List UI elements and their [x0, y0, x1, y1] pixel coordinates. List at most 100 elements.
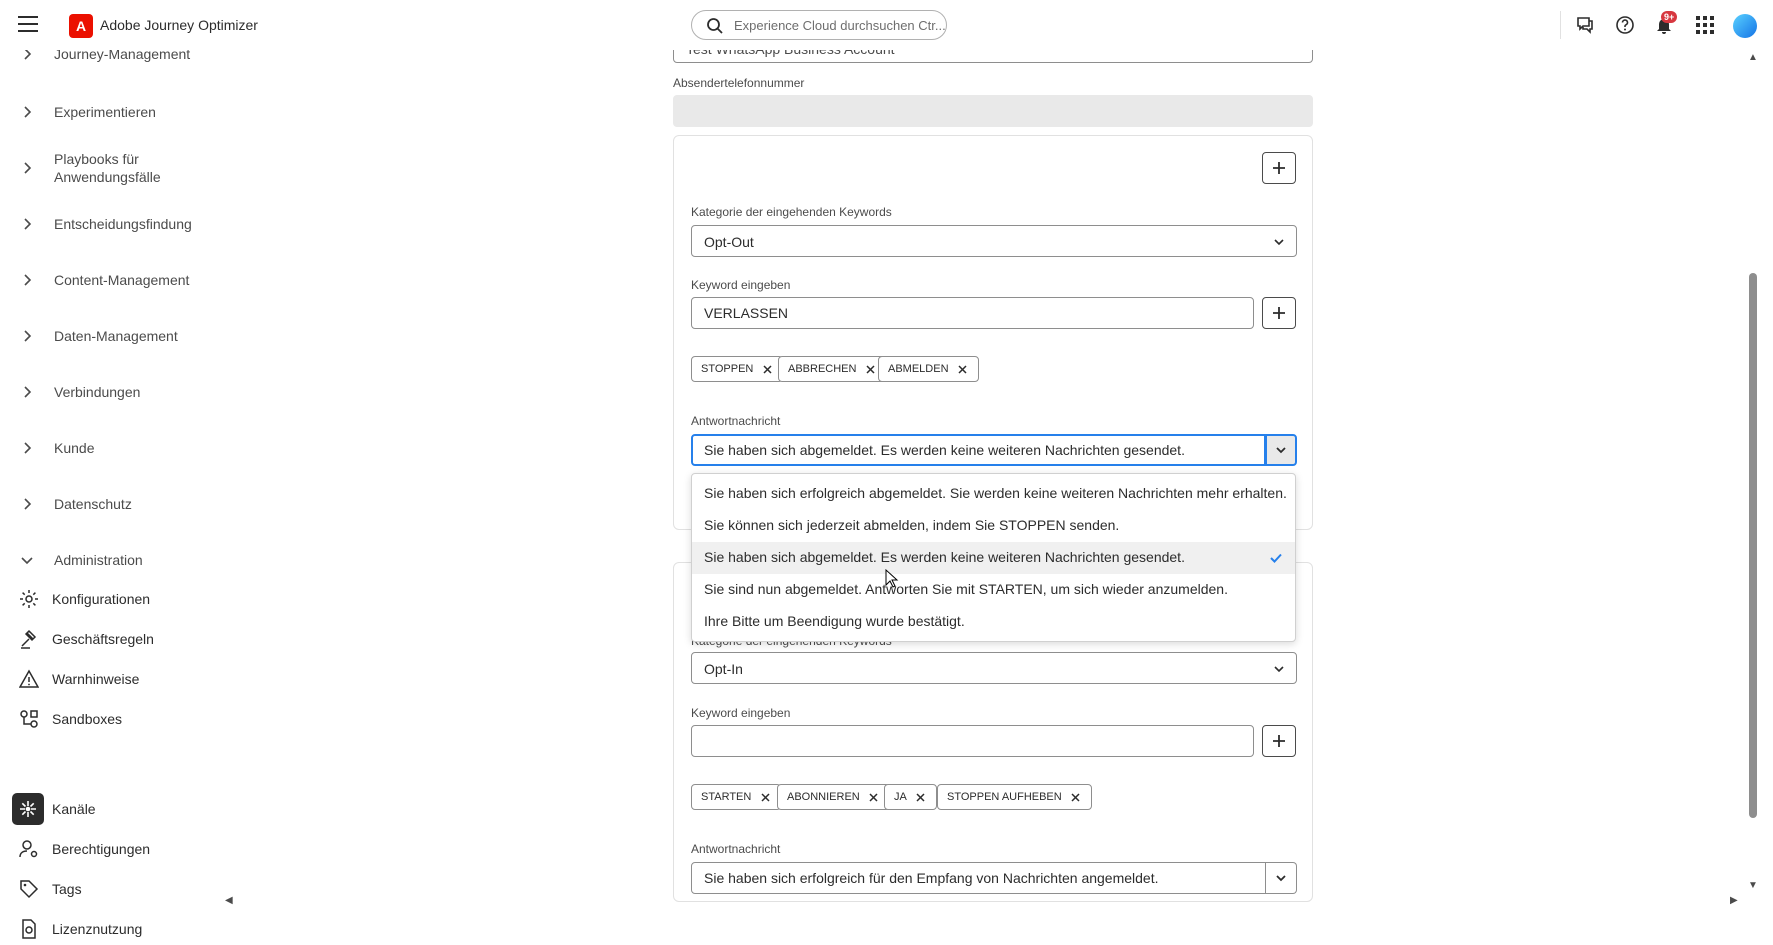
sidebar-item-label: Entscheidungsfindung: [54, 216, 192, 232]
sidebar-item-lizenznutzung[interactable]: Lizenznutzung: [12, 913, 252, 945]
optout-keyword-input[interactable]: VERLASSEN: [691, 297, 1254, 329]
chevron-right-icon: [24, 274, 32, 286]
sidebar-item-label: Kanäle: [52, 801, 96, 817]
optout-category-value: Opt-Out: [704, 234, 754, 250]
reply-option-label: Ihre Bitte um Beendigung wurde bestätigt…: [704, 613, 965, 629]
scroll-up-icon[interactable]: ▲: [1748, 52, 1758, 63]
optin-reply-dropdown-button[interactable]: [1266, 862, 1297, 894]
chevron-right-icon: [24, 162, 32, 174]
search-input[interactable]: Experience Cloud durchsuchen Ctr...: [691, 10, 947, 40]
chevron-right-icon: [24, 330, 32, 342]
sidebar-item-label: Tags: [52, 881, 82, 897]
sidebar-item-warnhinweise[interactable]: Warnhinweise: [12, 663, 252, 695]
optin-keyword-label: Keyword eingeben: [691, 706, 791, 720]
sidebar-item-label: Warnhinweise: [52, 671, 140, 687]
optout-reply-dropdown-button[interactable]: [1266, 434, 1297, 466]
remove-tag-icon[interactable]: [868, 791, 880, 803]
gavel-icon: [18, 628, 40, 650]
keyword-tag: STOPPEN: [691, 356, 784, 382]
chevron-down-icon: [21, 557, 33, 565]
help-icon[interactable]: [1613, 13, 1637, 37]
sandbox-icon: [18, 708, 40, 730]
sidebar-item-label: Datenschutz: [54, 496, 132, 512]
remove-tag-icon[interactable]: [957, 363, 969, 375]
scroll-left-icon[interactable]: ◀: [225, 895, 233, 906]
sidebar-item-sandboxes[interactable]: Sandboxes: [12, 703, 252, 735]
sidebar-item-experimentieren[interactable]: Experimentieren: [0, 100, 260, 124]
sidebar-item-tags[interactable]: Tags: [12, 873, 252, 905]
optin-category-select[interactable]: Opt-In: [691, 652, 1297, 684]
sidebar-item-playbooks[interactable]: Playbooks für Anwendungsfälle: [0, 148, 260, 188]
optout-reply-input[interactable]: Sie haben sich abgemeldet. Es werden kei…: [691, 434, 1266, 466]
horizontal-scrollbar[interactable]: ◀ ▶: [225, 895, 1745, 910]
reply-options-listbox: Sie haben sich erfolgreich abgemeldet. S…: [691, 473, 1296, 642]
chevron-right-icon: [24, 442, 32, 454]
scrollbar-thumb[interactable]: [1749, 273, 1757, 818]
feedback-icon[interactable]: [1573, 13, 1597, 37]
keyword-tag: ABONNIEREN: [777, 784, 890, 810]
keyword-tag-label: ABONNIEREN: [787, 791, 860, 803]
remove-tag-icon[interactable]: [864, 363, 876, 375]
chevron-down-icon: [1276, 447, 1286, 454]
optout-keyword-label: Keyword eingeben: [691, 278, 791, 292]
chevron-right-icon: [24, 218, 32, 230]
add-keyword-group-button[interactable]: [1262, 152, 1296, 184]
reply-option[interactable]: Ihre Bitte um Beendigung wurde bestätigt…: [692, 606, 1295, 638]
divider: [1560, 11, 1561, 39]
add-optout-keyword-button[interactable]: [1262, 297, 1296, 329]
chevron-right-icon: [24, 498, 32, 510]
optout-reply-combobox[interactable]: Sie haben sich abgemeldet. Es werden kei…: [691, 434, 1297, 466]
chevron-down-icon: [1274, 666, 1284, 673]
sidebar-item-content-management[interactable]: Content-Management: [0, 268, 260, 292]
alert-icon: [18, 668, 40, 690]
adobe-logo-icon: A: [69, 14, 93, 38]
sidebar: Journey-Management Experimentieren Playb…: [0, 46, 260, 939]
reply-option-label: Sie können sich jederzeit abmelden, inde…: [704, 517, 1120, 533]
scroll-right-icon[interactable]: ▶: [1730, 895, 1738, 906]
plus-icon: [1273, 735, 1285, 747]
permissions-icon: [18, 838, 40, 860]
chevron-down-icon: [1276, 875, 1286, 882]
top-bar: A Adobe Journey Optimizer Experience Clo…: [0, 0, 1773, 50]
optin-reply-input[interactable]: Sie haben sich erfolgreich für den Empfa…: [691, 862, 1266, 894]
sidebar-item-kanaele[interactable]: Kanäle: [12, 793, 252, 825]
sidebar-item-daten-management[interactable]: Daten-Management: [0, 324, 260, 348]
keyword-tag: ABBRECHEN: [778, 356, 887, 382]
sidebar-item-label: Kunde: [54, 440, 95, 456]
reply-option[interactable]: Sie sind nun abgemeldet. Antworten Sie m…: [692, 574, 1295, 606]
sidebar-item-label: Geschäftsregeln: [52, 631, 154, 647]
sidebar-item-entscheidungsfindung[interactable]: Entscheidungsfindung: [0, 212, 260, 236]
optin-reply-combobox[interactable]: Sie haben sich erfolgreich für den Empfa…: [691, 862, 1297, 894]
sidebar-item-administration[interactable]: Administration: [0, 548, 260, 572]
reply-option[interactable]: Sie können sich jederzeit abmelden, inde…: [692, 510, 1295, 542]
remove-tag-icon[interactable]: [759, 791, 771, 803]
remove-tag-icon[interactable]: [761, 363, 773, 375]
keyword-tag: STARTEN: [691, 784, 782, 810]
optout-reply-label: Antwortnachricht: [691, 414, 781, 428]
sidebar-item-datenschutz[interactable]: Datenschutz: [0, 492, 260, 516]
sidebar-item-verbindungen[interactable]: Verbindungen: [0, 380, 260, 404]
reply-option-selected[interactable]: Sie haben sich abgemeldet. Es werden kei…: [692, 542, 1295, 574]
sidebar-item-geschaeftsregeln[interactable]: Geschäftsregeln: [12, 623, 252, 655]
menu-icon[interactable]: [18, 16, 38, 34]
optout-category-select[interactable]: Opt-Out: [691, 225, 1297, 257]
remove-tag-icon[interactable]: [1070, 791, 1082, 803]
keyword-tag-label: JA: [894, 791, 907, 803]
keyword-tag: JA: [884, 784, 937, 810]
sidebar-item-kunde[interactable]: Kunde: [0, 436, 260, 460]
sidebar-item-berechtigungen[interactable]: Berechtigungen: [12, 833, 252, 865]
sidebar-item-label: Verbindungen: [54, 384, 141, 400]
reply-option[interactable]: Sie haben sich erfolgreich abgemeldet. S…: [692, 478, 1295, 510]
add-optin-keyword-button[interactable]: [1262, 725, 1296, 757]
apps-grid-icon[interactable]: [1693, 13, 1717, 37]
optin-keyword-input[interactable]: [691, 725, 1254, 757]
sidebar-item-label: Sandboxes: [52, 711, 123, 727]
scroll-down-icon[interactable]: ▼: [1748, 880, 1758, 891]
sidebar-item-label: Administration: [54, 552, 143, 568]
vertical-scrollbar[interactable]: ▲ ▼: [1745, 50, 1773, 895]
avatar[interactable]: [1733, 14, 1757, 38]
remove-tag-icon[interactable]: [915, 791, 927, 803]
chevron-right-icon: [24, 106, 32, 118]
chevron-right-icon: [24, 386, 32, 398]
sidebar-item-konfigurationen[interactable]: Konfigurationen: [12, 583, 252, 615]
